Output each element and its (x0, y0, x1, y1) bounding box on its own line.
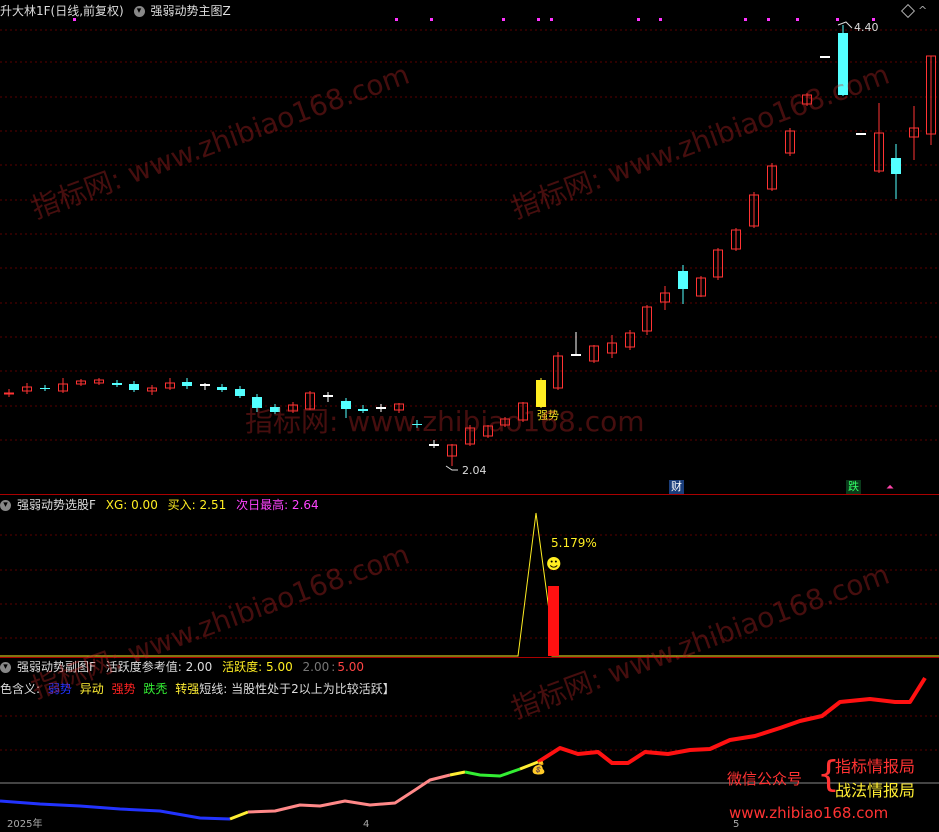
indicator-dropdown-icon[interactable]: ▾ (0, 500, 11, 511)
low-price-label: 2.04 (462, 464, 487, 477)
smiley-icon: ☻ (546, 555, 562, 573)
signal-dot (767, 18, 770, 21)
pane2-header: ▾ 强弱动势选股F XG: 0.00 买入: 2.51 次日最高: 2.64 (0, 496, 325, 514)
value-2: 5.00 (337, 660, 365, 674)
buy-bar (548, 586, 559, 656)
brand-site: www.zhibiao168.com (729, 804, 889, 822)
value-1: 2.00 (302, 660, 330, 674)
activity-weak (0, 799, 231, 821)
legend-turn-strong: 转强 (175, 682, 200, 696)
brand-prefix: 微信公众号 (727, 770, 803, 788)
axis-label-april: 4 (363, 819, 370, 830)
candle-body (341, 401, 351, 409)
pane-divider-1 (0, 494, 939, 495)
candle-body (235, 389, 245, 396)
legend-strong: 强势 (111, 682, 136, 696)
next-high-value: 次日最高: 2.64 (236, 498, 319, 512)
xg-line (0, 512, 939, 657)
legend-weak: 弱势 (47, 682, 72, 696)
candle-body (217, 387, 227, 390)
reference-value: 活跃度参考值: 2.00 (105, 660, 213, 674)
percent-label: 5.179% (551, 536, 597, 550)
indicator-dropdown-icon[interactable]: ▾ (0, 662, 11, 673)
signal-dot (537, 18, 540, 21)
signal-dot (430, 18, 433, 21)
signal-dot (744, 18, 747, 21)
money-bag-icon: 💰 (531, 761, 546, 775)
candle-body (252, 397, 262, 408)
candle-body (40, 388, 50, 389)
double-arrow-up-icon: ⏶ (886, 482, 894, 493)
signal-dot (836, 18, 839, 21)
signal-dot (550, 18, 553, 21)
legend-prefix: 色含义: (0, 682, 41, 696)
signal-dot (395, 18, 398, 21)
activity-fall (464, 767, 521, 778)
activity-abnormal (449, 770, 466, 777)
brand-line-1: 指标情报局 (835, 757, 916, 776)
activity-abnormal (229, 810, 249, 821)
color-legend: 色含义: 弱势 异动 强势 跌秃 转强短线: 当股性处于2以上为比较活跃】 (0, 680, 401, 698)
activity-value: 活跃度: 5.00 (222, 660, 293, 674)
signal-dot (637, 18, 640, 21)
candle-body (536, 380, 546, 407)
legend-abnormal: 异动 (79, 682, 104, 696)
low-arrow (445, 465, 458, 471)
candle-body (358, 409, 368, 411)
candle-body (4, 392, 14, 395)
strong-signal-label: 强势 (537, 409, 559, 422)
signal-dot (502, 18, 505, 21)
drop-tag[interactable]: 跌 (846, 480, 861, 494)
finance-tag[interactable]: 财 (669, 480, 684, 494)
chart-canvas[interactable]: 💰 (0, 0, 939, 831)
brand-line-2: 战法情报局 (835, 781, 916, 800)
high-price-label: 4.40 (854, 21, 879, 34)
candle-body (270, 407, 280, 412)
candle-body (838, 33, 848, 95)
buy-value: 买入: 2.51 (167, 498, 227, 512)
candle-body (678, 271, 688, 289)
candle-body (412, 424, 422, 425)
signal-dot (659, 18, 662, 21)
pane3-header: ▾ 强弱动势副图F 活跃度参考值: 2.00 活跃度: 5.00 2.00:5.0… (0, 658, 370, 676)
activity-rise (247, 773, 451, 814)
legend-fall: 跌秃 (143, 682, 168, 696)
candle-body (891, 158, 901, 174)
xg-value: XG: 0.00 (105, 498, 158, 512)
legend-note: 短线: 当股性处于2以上为比较活跃】 (199, 682, 395, 696)
signal-dot (796, 18, 799, 21)
candle-body (182, 382, 192, 386)
high-arrow (837, 21, 853, 29)
pane3-name[interactable]: 强弱动势副图F (17, 660, 96, 674)
candle-body (129, 384, 139, 390)
candle-body (112, 383, 122, 385)
pane2-name[interactable]: 强弱动势选股F (17, 498, 96, 512)
signal-dot (73, 18, 76, 21)
axis-label-year: 2025年 (7, 819, 43, 830)
